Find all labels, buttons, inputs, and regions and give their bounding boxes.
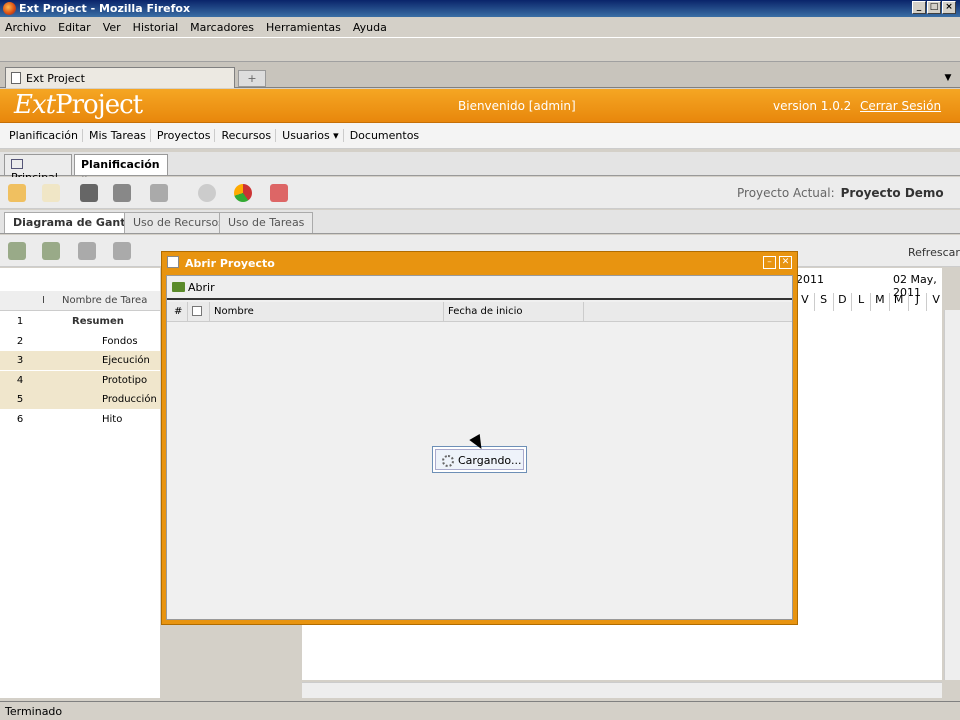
day-label: D [832,293,852,311]
page-icon [11,72,21,84]
tab-uso-recursos[interactable]: Uso de Recursos [124,212,233,233]
menu-marcadores[interactable]: Marcadores [190,21,254,34]
refresh-link[interactable]: Refrescar [908,246,960,259]
calendar-icon [11,159,23,169]
vertical-scrollbar[interactable] [944,310,960,680]
new-project-icon[interactable] [8,184,26,202]
close-button[interactable]: × [942,1,956,14]
horizontal-scrollbar[interactable] [302,682,942,698]
browser-navbar [0,38,960,62]
link-icon[interactable] [78,242,96,260]
menu-archivo[interactable]: Archivo [5,21,46,34]
refresh-cloud-icon[interactable] [198,184,216,202]
calendar-dropdown-icon[interactable] [150,184,168,202]
menu-mis-tareas[interactable]: Mis Tareas [85,129,151,142]
table-row[interactable]: 1 Resumen [0,312,160,331]
window-title: Ext Project - Mozilla Firefox [19,2,191,15]
status-bar: Terminado [0,701,960,720]
tab-gantt[interactable]: Diagrama de Gantt [4,212,140,233]
tab-principal[interactable]: Principal [4,154,72,184]
unlink-icon[interactable] [113,242,131,260]
dialog-minimize-button[interactable]: – [763,256,776,269]
current-project: Proyecto Actual: Proyecto Demo [737,186,944,200]
task-grid-header: I Nombre de Tarea [0,291,160,311]
folder-icon [172,282,185,292]
indent-icon[interactable] [8,242,26,260]
menu-planificacion[interactable]: Planificación [5,129,83,142]
table-row[interactable]: 4 Prototipo [0,371,160,390]
day-label: M [870,293,889,311]
open-folder-icon[interactable] [42,184,60,202]
version-text: version 1.0.2 [773,99,852,113]
menu-proyectos[interactable]: Proyectos [153,129,216,142]
open-button[interactable]: Abrir [172,281,215,294]
col-fecha-inicio[interactable]: Fecha de inicio [444,302,584,322]
outdent-icon[interactable] [42,242,60,260]
menu-ayuda[interactable]: Ayuda [353,21,387,34]
table-row[interactable]: 2 Fondos [0,332,160,351]
status-text: Terminado [5,705,63,718]
menu-historial[interactable]: Historial [133,21,178,34]
tab-list-icon[interactable]: ▼ [940,70,956,87]
menu-usuarios[interactable]: Usuarios ▾ [278,129,344,142]
pie-chart-icon[interactable] [234,184,252,202]
print-icon[interactable] [113,184,131,202]
table-row[interactable]: 3 Ejecución [0,351,160,370]
day-label: V [926,293,945,311]
tab-planificacion[interactable]: Planificación ✕ [74,154,168,183]
logout-link[interactable]: Cerrar Sesión [860,99,941,113]
maximize-button[interactable]: □ [927,1,941,14]
menu-editar[interactable]: Editar [58,21,91,34]
browser-tab-title: Ext Project [26,71,85,85]
window-titlebar: Ext Project - Mozilla Firefox [0,0,960,17]
dialog-close-button[interactable]: ✕ [779,256,792,269]
table-row[interactable]: 6 Hito [0,410,160,429]
day-label: L [851,293,870,311]
day-label: J [907,293,927,311]
col-number[interactable]: # [170,302,188,322]
app-menu: Planificación Mis Tareas Proyectos Recur… [0,123,960,149]
tab-uso-tareas[interactable]: Uso de Tareas [219,212,314,233]
dialog-toolbar: Abrir [167,276,792,300]
firefox-icon [3,2,16,15]
day-label: M [888,293,908,311]
welcome-text: Bienvenido [admin] [458,99,576,113]
spinner-icon [442,455,454,467]
menu-recursos[interactable]: Recursos [217,129,277,142]
browser-tab[interactable]: Ext Project [5,67,235,88]
gantt-date-left: 2011 [796,273,824,286]
menu-ver[interactable]: Ver [103,21,121,34]
gantt-days: V S D L M M J V [795,293,945,311]
menu-herramientas[interactable]: Herramientas [266,21,341,34]
dialog-title[interactable]: Abrir Proyecto [165,254,795,272]
col-nombre[interactable]: Nombre [210,302,444,322]
browser-menubar: Archivo Editar Ver Historial Marcadores … [0,17,960,38]
app-logo: ExtProject [14,90,143,120]
minimize-button[interactable]: _ [912,1,926,14]
menu-documentos[interactable]: Documentos [346,129,423,142]
tools-icon[interactable] [270,184,288,202]
save-icon[interactable] [80,184,98,202]
table-row[interactable]: 5 Producción [0,390,160,409]
day-label: S [813,293,833,311]
loading-text: Cargando... [458,454,522,467]
select-all-checkbox[interactable] [188,302,210,322]
new-tab-button[interactable]: + [238,70,266,87]
